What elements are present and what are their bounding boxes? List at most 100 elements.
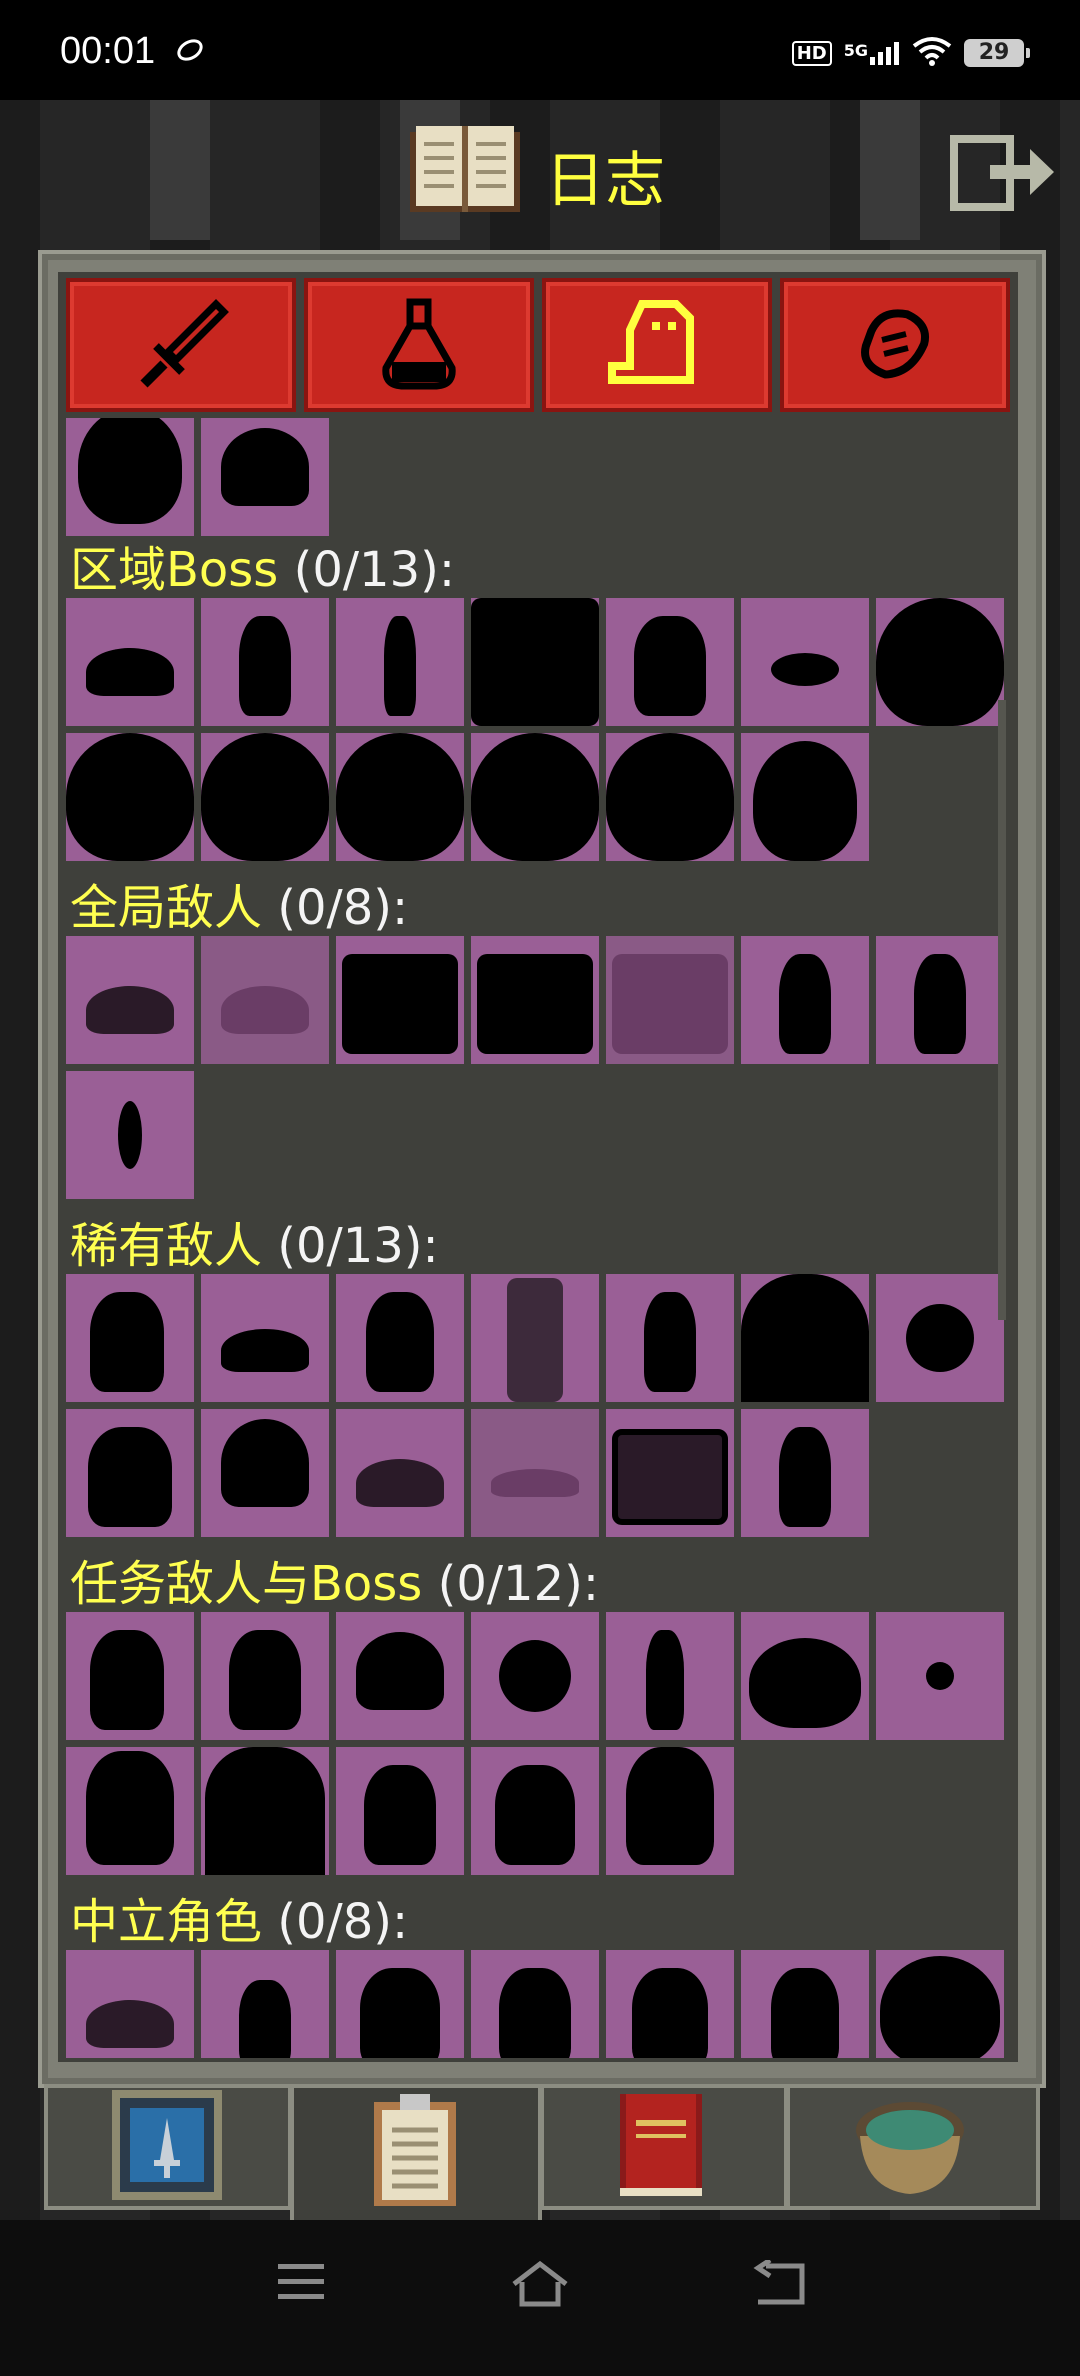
list-item[interactable] [606, 936, 734, 1064]
list-item[interactable] [66, 1612, 194, 1740]
bottom-tab-bar [44, 2084, 1040, 2232]
menu-nav-button[interactable] [276, 2260, 326, 2308]
list-item[interactable] [741, 1274, 869, 1402]
sword-icon [140, 299, 229, 388]
tab-alchemy[interactable] [786, 2084, 1040, 2210]
section-title-global-enemies: 全局敌人 (0/8): [70, 868, 408, 938]
list-item[interactable] [876, 1950, 1004, 2058]
list-item[interactable] [66, 1747, 194, 1875]
list-item[interactable] [876, 1274, 1004, 1402]
list-item[interactable] [471, 598, 599, 726]
list-item[interactable] [876, 1612, 1004, 1740]
list-item[interactable] [606, 1409, 734, 1537]
tab-weapons[interactable] [66, 278, 296, 412]
battery-indicator: 29 [964, 39, 1030, 67]
section-count: (0/13): [277, 1218, 439, 1274]
category-tabs [66, 278, 1010, 412]
list-item[interactable] [606, 1274, 734, 1402]
list-item[interactable] [336, 1950, 464, 2058]
list-item[interactable] [741, 598, 869, 726]
list-item[interactable] [471, 733, 599, 861]
status-bar: 00:01 HD 5G 29 [0, 0, 1080, 100]
quest-enemies-grid [66, 1612, 1004, 1875]
list-item[interactable] [66, 1071, 194, 1199]
list-item[interactable] [471, 1409, 599, 1537]
section-title-neutral-characters: 中立角色 (0/8): [70, 1882, 408, 1952]
list-item[interactable] [606, 1612, 734, 1740]
journal-clipboard-icon [374, 2094, 456, 2206]
list-item[interactable] [201, 418, 329, 536]
list-item[interactable] [336, 733, 464, 861]
list-item[interactable] [471, 1747, 599, 1875]
list-item[interactable] [66, 1950, 194, 2058]
list-item[interactable] [336, 1747, 464, 1875]
list-item[interactable] [201, 598, 329, 726]
exit-icon [950, 135, 1054, 211]
potion-icon [382, 298, 456, 390]
list-item[interactable] [201, 733, 329, 861]
section-title-area-boss: 区域Boss (0/13): [70, 530, 455, 600]
section-count: (0/8): [277, 880, 409, 936]
section-count: (0/12): [437, 1556, 600, 1612]
list-item[interactable] [336, 598, 464, 726]
list-item[interactable] [741, 936, 869, 1064]
list-item[interactable] [66, 1274, 194, 1402]
rare-enemies-grid [66, 1274, 1004, 1537]
home-nav-button[interactable] [510, 2260, 570, 2314]
neutral-characters-grid [66, 1950, 1004, 2058]
list-item[interactable] [606, 1747, 734, 1875]
page-title: 日志 [545, 146, 665, 216]
menu-icon [278, 2264, 324, 2299]
bestiary-list[interactable]: 区域Boss (0/13): 全局敌人 (0/8): 稀有敌人 (0/13): [66, 418, 1010, 2058]
tab-bestiary[interactable] [542, 278, 772, 412]
tab-journal[interactable] [290, 2084, 542, 2232]
list-item[interactable] [201, 1747, 329, 1875]
hd-badge: HD [791, 40, 832, 66]
list-item[interactable] [336, 936, 464, 1064]
open-book-icon [410, 122, 520, 222]
section-title-quest-enemies: 任务敌人与Boss (0/12): [70, 1544, 599, 1614]
list-item[interactable] [66, 936, 194, 1064]
exit-button[interactable] [950, 135, 1060, 215]
tab-lore[interactable] [780, 278, 1010, 412]
list-item[interactable] [471, 1612, 599, 1740]
list-item[interactable] [606, 1950, 734, 2058]
section-name: 稀有敌人 [70, 1218, 263, 1274]
list-item[interactable] [201, 1274, 329, 1402]
section-name: 全局敌人 [70, 880, 263, 936]
scrollbar[interactable] [998, 700, 1006, 1320]
list-item[interactable] [876, 598, 1004, 726]
list-item[interactable] [66, 418, 194, 536]
list-item[interactable] [471, 936, 599, 1064]
signal-icon: 5G [844, 41, 900, 65]
back-nav-button[interactable] [752, 2257, 808, 2312]
list-item[interactable] [201, 1612, 329, 1740]
list-item[interactable] [741, 1612, 869, 1740]
list-item[interactable] [201, 936, 329, 1064]
list-item[interactable] [471, 1950, 599, 2058]
previous-section-grid [66, 418, 1004, 536]
list-item[interactable] [876, 936, 1004, 1064]
tab-potions[interactable] [304, 278, 534, 412]
tab-guide-book[interactable] [540, 2084, 788, 2210]
back-icon [753, 2257, 805, 2305]
list-item[interactable] [201, 1950, 329, 2058]
home-icon [512, 2260, 568, 2307]
section-count: (0/13): [293, 542, 456, 598]
list-item[interactable] [606, 733, 734, 861]
list-item[interactable] [66, 1409, 194, 1537]
list-item[interactable] [336, 1274, 464, 1402]
list-item[interactable] [336, 1612, 464, 1740]
hero-portrait-icon [112, 2090, 222, 2200]
list-item[interactable] [606, 598, 734, 726]
list-item[interactable] [66, 733, 194, 861]
list-item[interactable] [336, 1409, 464, 1537]
list-item[interactable] [201, 1409, 329, 1537]
list-item[interactable] [741, 733, 869, 861]
section-name: 区域Boss [70, 542, 279, 598]
tab-hero[interactable] [44, 2084, 292, 2210]
list-item[interactable] [66, 598, 194, 726]
list-item[interactable] [471, 1274, 599, 1402]
list-item[interactable] [741, 1950, 869, 2058]
list-item[interactable] [741, 1409, 869, 1537]
